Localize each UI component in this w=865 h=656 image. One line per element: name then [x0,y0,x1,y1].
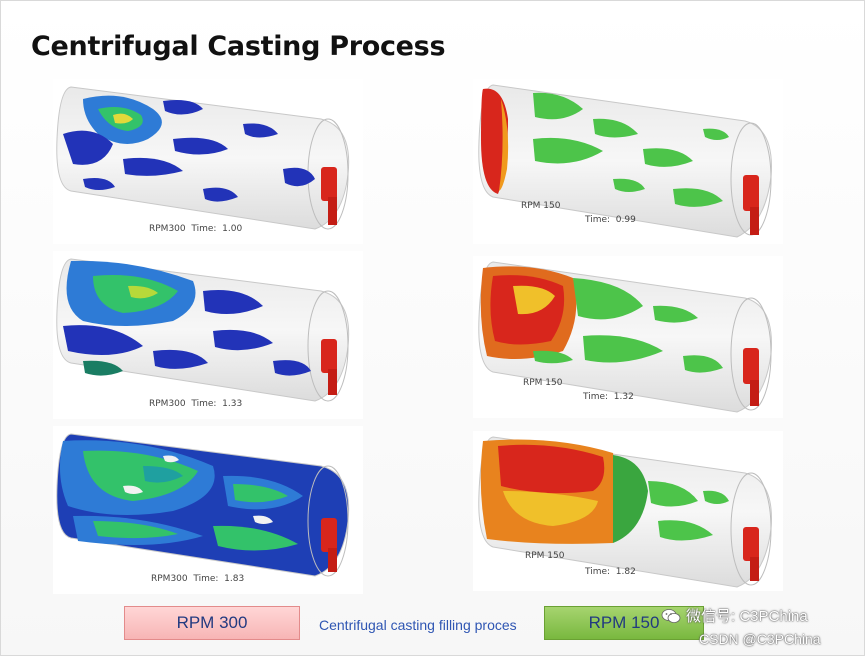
simulation-image-rpm150-t1: RPM 150 Time: 0.99 [473,79,783,244]
filling-process-caption: Centrifugal casting filling proces [319,617,517,633]
panel-caption-time: Time: 1.82 [585,567,636,577]
rpm300-label-box: RPM 300 [124,606,300,640]
watermark-csdn-text: CSDN @C3PChina [699,631,821,647]
panel-caption-rpm: RPM 150 [521,201,561,211]
wechat-icon [661,608,681,623]
simulation-image-rpm150-t3: RPM 150 Time: 1.82 [473,431,783,591]
panel-caption: RPM300 Time: 1.83 [151,574,245,584]
panel-caption-rpm: RPM 150 [523,378,563,388]
panel-caption-time: Time: 0.99 [585,215,636,225]
panel-caption-time: Time: 1.32 [583,392,634,402]
simulation-image-rpm150-t2: RPM 150 Time: 1.32 [473,256,783,418]
simulation-image-rpm300-t2: RPM300 Time: 1.33 [53,251,363,419]
wechat-watermark: 微信号: C3PChina [661,605,808,626]
slide-title: Centrifugal Casting Process [31,31,446,62]
panel-caption: RPM300 Time: 1.00 [149,224,243,234]
presentation-slide: Centrifugal Casting Process RPM300 Time:… [0,0,865,656]
watermark-wechat-text: 微信号: C3PChina [686,608,808,625]
panel-caption: RPM300 Time: 1.33 [149,399,243,409]
simulation-image-rpm300-t3: RPM300 Time: 1.83 [53,426,363,594]
simulation-image-rpm300-t1: RPM300 Time: 1.00 [53,79,363,244]
panel-caption-rpm: RPM 150 [525,551,565,561]
